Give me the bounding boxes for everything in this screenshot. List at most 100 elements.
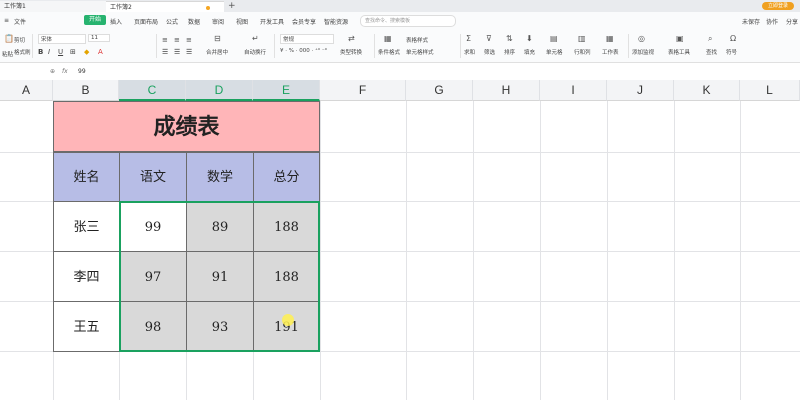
- table-title[interactable]: 成绩表: [53, 101, 320, 152]
- column-header-c[interactable]: C: [119, 80, 186, 101]
- menu-review[interactable]: 审阅: [212, 17, 224, 26]
- unsaved-status: 未保存: [742, 19, 761, 26]
- align-left-icon[interactable]: ☰: [162, 48, 168, 56]
- menu-formula[interactable]: 公式: [166, 17, 178, 26]
- sum-icon[interactable]: Σ: [466, 34, 471, 43]
- number-format-select[interactable]: 常规: [280, 34, 334, 44]
- cells-button[interactable]: 单元格: [546, 48, 563, 56]
- merge-icon[interactable]: ⊟: [214, 34, 221, 43]
- fx-icon[interactable]: fx: [62, 68, 68, 75]
- underline-icon[interactable]: U: [58, 48, 63, 56]
- filter-button[interactable]: 筛选: [484, 48, 495, 56]
- column-header-d[interactable]: D: [186, 80, 253, 101]
- column-header-l[interactable]: L: [740, 80, 800, 101]
- zoom-icon[interactable]: ⊕: [50, 68, 55, 75]
- column-header-b[interactable]: B: [53, 80, 119, 101]
- align-middle-icon[interactable]: ≡: [174, 36, 180, 44]
- new-tab-button[interactable]: +: [228, 0, 236, 12]
- sort-icon[interactable]: ⇅: [506, 34, 513, 43]
- type-convert-icon[interactable]: ⇄: [348, 34, 355, 43]
- symbol-button[interactable]: 符号: [726, 48, 737, 56]
- align-right-icon[interactable]: ☰: [186, 48, 192, 56]
- format-painter-button[interactable]: 格式刷: [14, 48, 31, 56]
- type-convert-button[interactable]: 类型转换: [340, 48, 362, 56]
- font-size-select[interactable]: 11: [88, 34, 110, 42]
- column-header-f[interactable]: F: [320, 80, 406, 101]
- rows-cols-button[interactable]: 行和列: [574, 48, 591, 56]
- name-box[interactable]: [0, 64, 40, 80]
- paste-button[interactable]: 粘贴: [2, 50, 13, 58]
- align-top-icon[interactable]: ≡: [162, 36, 168, 44]
- menu-developer[interactable]: 开发工具: [260, 17, 284, 26]
- header-chinese[interactable]: 语文: [119, 152, 187, 202]
- font-color-icon[interactable]: A: [98, 48, 103, 56]
- cell-name[interactable]: 王五: [53, 301, 120, 352]
- column-header-g[interactable]: G: [406, 80, 473, 101]
- cell-name[interactable]: 李四: [53, 251, 120, 302]
- menu-smart-resources[interactable]: 智能资源: [324, 17, 348, 26]
- symbol-icon[interactable]: Ω: [730, 34, 736, 43]
- cells-icon[interactable]: ▤: [550, 34, 558, 43]
- menu-share[interactable]: 分享: [786, 17, 798, 26]
- menu-view[interactable]: 视图: [236, 17, 248, 26]
- header-math[interactable]: 数学: [186, 152, 254, 202]
- fill-button[interactable]: 填充: [524, 48, 535, 56]
- column-header-k[interactable]: K: [674, 80, 740, 101]
- column-header-i[interactable]: I: [540, 80, 607, 101]
- header-name[interactable]: 姓名: [53, 152, 120, 202]
- divider: [628, 34, 629, 58]
- search-icon[interactable]: ⌕: [708, 34, 712, 44]
- paste-icon[interactable]: 📋: [4, 34, 14, 43]
- worksheet-icon[interactable]: ▦: [606, 34, 614, 43]
- table-style-button[interactable]: 表格样式: [406, 36, 428, 44]
- fill-color-icon[interactable]: ◆: [84, 48, 89, 56]
- worksheet-button[interactable]: 工作表: [602, 48, 619, 56]
- wrap-icon[interactable]: ↵: [252, 34, 259, 43]
- merge-center-button[interactable]: 合并居中: [206, 48, 228, 56]
- font-name-select[interactable]: 宋体: [38, 34, 86, 44]
- conditional-format-button[interactable]: 条件格式: [378, 48, 400, 56]
- cell-style-button[interactable]: 单元格样式: [406, 48, 434, 56]
- filter-icon[interactable]: ⊽: [486, 34, 492, 43]
- tab-workbook1[interactable]: 工作簿1: [0, 1, 108, 12]
- table-tools-button[interactable]: 表格工具: [668, 48, 690, 56]
- menu-file[interactable]: 文件: [14, 17, 26, 26]
- column-header-j[interactable]: J: [607, 80, 674, 101]
- menu-member[interactable]: 会员专享: [292, 17, 316, 26]
- login-button[interactable]: 立即登录: [762, 2, 794, 10]
- menu-page-layout[interactable]: 页面布局: [134, 17, 158, 26]
- formula-input[interactable]: 99: [78, 68, 86, 75]
- find-button[interactable]: 查找: [706, 48, 717, 56]
- unsaved-dot-icon: [206, 6, 210, 10]
- column-header-h[interactable]: H: [473, 80, 540, 101]
- border-icon[interactable]: ⊞: [70, 48, 76, 56]
- watch-icon[interactable]: ◎: [638, 34, 645, 43]
- menu-start[interactable]: 开始: [84, 15, 106, 25]
- conditional-format-icon[interactable]: ▦: [384, 34, 392, 43]
- add-watch-button[interactable]: 添加监视: [632, 48, 654, 56]
- fill-icon[interactable]: ⬇: [526, 34, 533, 43]
- sum-button[interactable]: 求和: [464, 48, 475, 56]
- command-search-input[interactable]: 查找命令、搜索模板: [360, 15, 456, 27]
- menu-data[interactable]: 数据: [188, 17, 200, 26]
- hamburger-icon[interactable]: ≡: [4, 17, 9, 24]
- ribbon-toolbar: 📋 粘贴 剪切 格式刷 宋体 11 B I U ⊞ ◆ A ≡ ≡ ≡ ☰ ☰ …: [0, 30, 800, 63]
- selection-range: [119, 201, 320, 352]
- cut-button[interactable]: 剪切: [14, 36, 25, 44]
- menu-insert[interactable]: 插入: [110, 17, 122, 26]
- divider: [274, 34, 275, 58]
- align-center-icon[interactable]: ☰: [174, 48, 180, 56]
- cell-name[interactable]: 张三: [53, 201, 120, 252]
- column-header-e[interactable]: E: [253, 80, 320, 101]
- rows-cols-icon[interactable]: ▥: [578, 34, 586, 43]
- header-total[interactable]: 总分: [253, 152, 320, 202]
- wrap-text-button[interactable]: 自动换行: [244, 48, 266, 56]
- align-bottom-icon[interactable]: ≡: [186, 36, 192, 44]
- menu-collab[interactable]: 协作: [766, 17, 778, 26]
- bold-icon[interactable]: B: [38, 48, 43, 56]
- currency-icon[interactable]: ¥ · % · 000 · ⁺⁰ ⁻⁰: [280, 48, 327, 54]
- column-header-a[interactable]: A: [0, 80, 53, 101]
- italic-icon[interactable]: I: [48, 48, 50, 56]
- sort-button[interactable]: 排序: [504, 48, 515, 56]
- table-tools-icon[interactable]: ▣: [676, 34, 684, 43]
